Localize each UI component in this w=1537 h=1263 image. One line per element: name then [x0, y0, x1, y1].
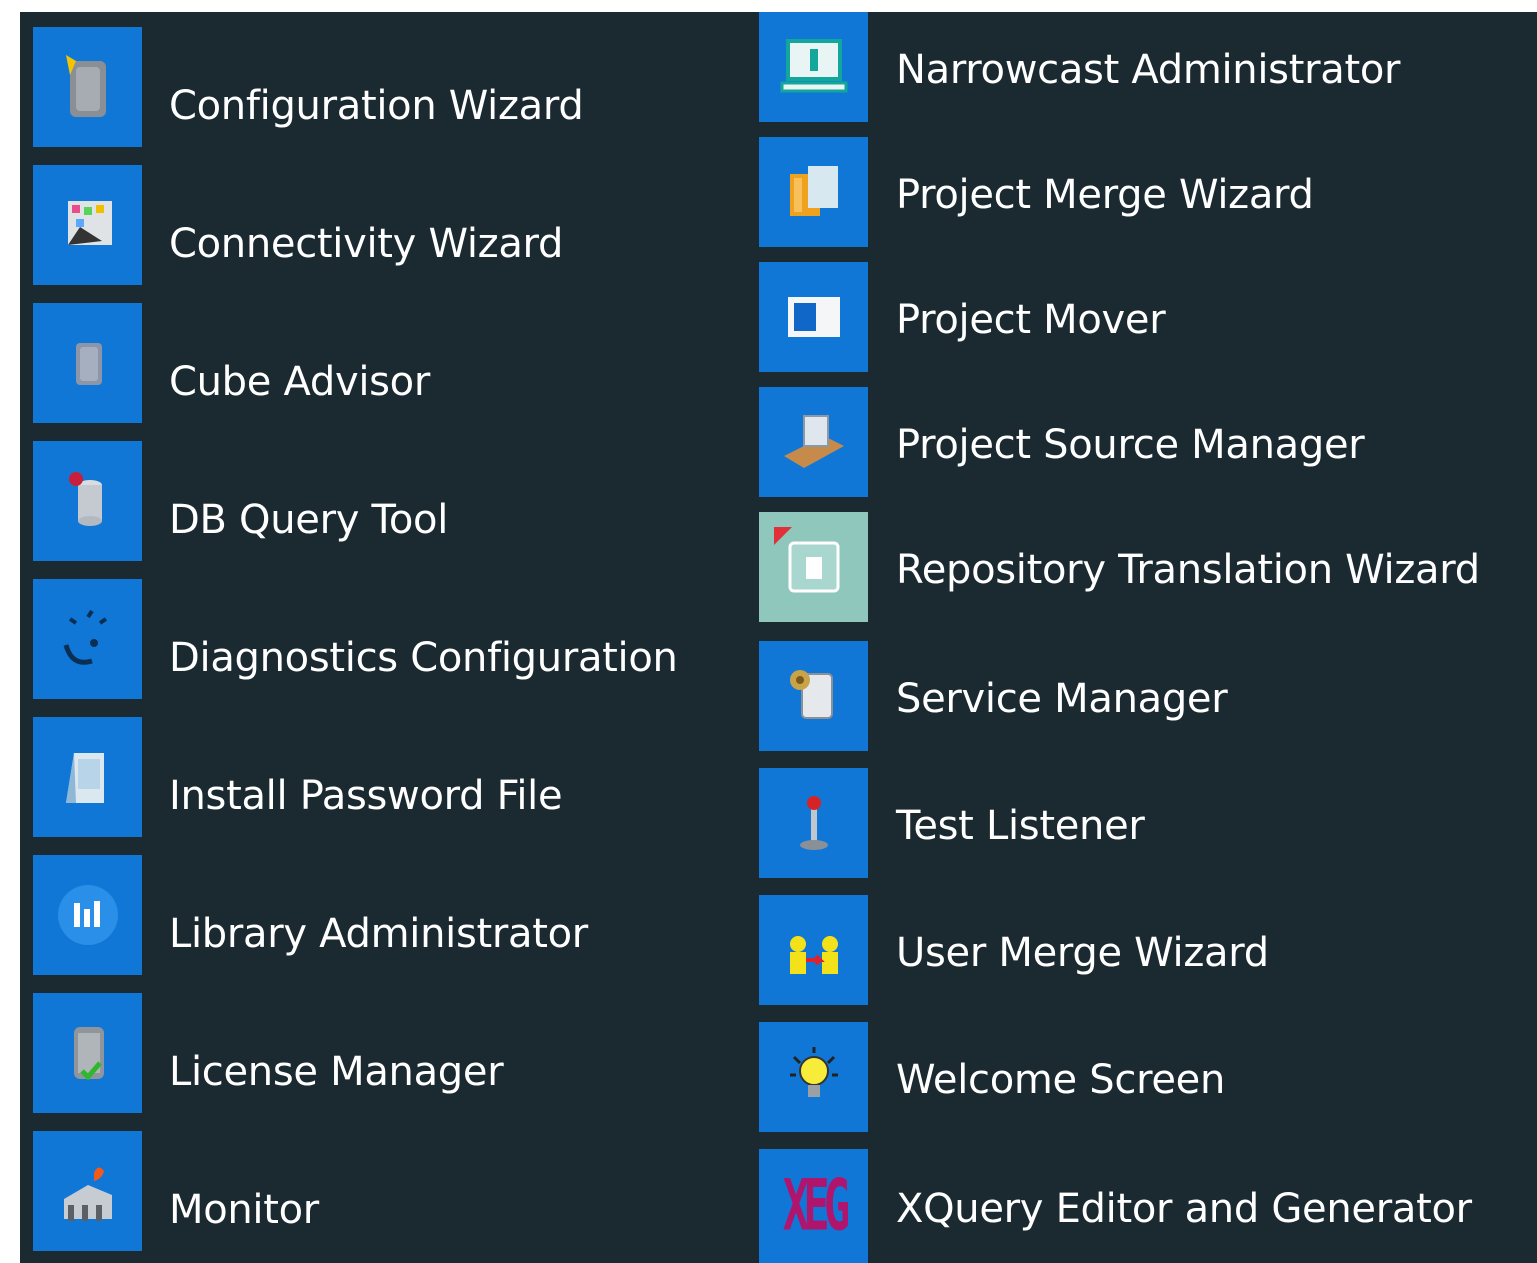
- app-label: Monitor: [169, 1187, 319, 1233]
- app-user-merge-wizard[interactable]: User Merge Wizard: [759, 895, 1537, 1005]
- connectivity-wizard-icon: [33, 165, 142, 285]
- app-project-merge-wizard[interactable]: Project Merge Wizard: [759, 137, 1537, 247]
- project-source-manager-icon: [759, 387, 868, 497]
- app-service-manager[interactable]: Service Manager: [759, 641, 1537, 751]
- test-listener-icon: [759, 768, 868, 878]
- start-menu-panel: Configuration Wizard Connectivity Wizard…: [20, 12, 1537, 1263]
- welcome-screen-icon: [759, 1022, 868, 1132]
- app-label: Library Administrator: [169, 911, 588, 957]
- app-label: Repository Translation Wizard: [896, 547, 1480, 593]
- app-label: Service Manager: [896, 676, 1228, 722]
- app-label: Test Listener: [896, 803, 1145, 849]
- app-label: DB Query Tool: [169, 497, 449, 543]
- app-label: Install Password File: [169, 773, 563, 819]
- project-mover-icon: [759, 262, 868, 372]
- xquery-editor-icon: XEG: [759, 1149, 868, 1263]
- app-license-manager[interactable]: License Manager: [20, 993, 758, 1115]
- service-manager-icon: [759, 641, 868, 751]
- app-cube-advisor[interactable]: Cube Advisor: [20, 303, 758, 425]
- app-label: XQuery Editor and Generator: [896, 1186, 1472, 1232]
- app-label: Welcome Screen: [896, 1057, 1226, 1103]
- app-monitor[interactable]: Monitor: [20, 1131, 758, 1253]
- app-label: Diagnostics Configuration: [169, 635, 678, 681]
- app-label: Connectivity Wizard: [169, 221, 564, 267]
- install-password-file-icon: [33, 717, 142, 837]
- app-repository-translation-wizard[interactable]: Repository Translation Wizard: [759, 512, 1537, 622]
- app-label: Configuration Wizard: [169, 83, 584, 129]
- db-query-tool-icon: [33, 441, 142, 561]
- app-label: License Manager: [169, 1049, 504, 1095]
- repository-translation-wizard-icon: [759, 512, 868, 622]
- license-manager-icon: [33, 993, 142, 1113]
- project-merge-wizard-icon: [759, 137, 868, 247]
- app-test-listener[interactable]: Test Listener: [759, 768, 1537, 878]
- monitor-icon: [33, 1131, 142, 1251]
- app-label: Project Mover: [896, 297, 1166, 343]
- app-label: Narrowcast Administrator: [896, 47, 1401, 93]
- diagnostics-configuration-icon: [33, 579, 142, 699]
- app-connectivity-wizard[interactable]: Connectivity Wizard: [20, 165, 758, 287]
- app-library-administrator[interactable]: Library Administrator: [20, 855, 758, 977]
- app-diagnostics-configuration[interactable]: Diagnostics Configuration: [20, 579, 758, 701]
- user-merge-wizard-icon: [759, 895, 868, 1005]
- app-label: Project Merge Wizard: [896, 172, 1314, 218]
- app-project-mover[interactable]: Project Mover: [759, 262, 1537, 372]
- app-label: User Merge Wizard: [896, 930, 1269, 976]
- app-configuration-wizard[interactable]: Configuration Wizard: [20, 27, 758, 149]
- app-label: Project Source Manager: [896, 422, 1365, 468]
- app-narrowcast-administrator[interactable]: Narrowcast Administrator: [759, 12, 1537, 122]
- library-administrator-icon: [33, 855, 142, 975]
- app-project-source-manager[interactable]: Project Source Manager: [759, 387, 1537, 497]
- configuration-wizard-icon: [33, 27, 142, 147]
- cube-advisor-icon: [33, 303, 142, 423]
- app-db-query-tool[interactable]: DB Query Tool: [20, 441, 758, 563]
- narrowcast-administrator-icon: [759, 12, 868, 122]
- app-label: Cube Advisor: [169, 359, 430, 405]
- app-xquery-editor-and-generator[interactable]: XEG XQuery Editor and Generator: [759, 1149, 1537, 1263]
- app-welcome-screen[interactable]: Welcome Screen: [759, 1022, 1537, 1132]
- xquery-icon-text: XEG: [782, 1165, 851, 1247]
- app-install-password-file[interactable]: Install Password File: [20, 717, 758, 839]
